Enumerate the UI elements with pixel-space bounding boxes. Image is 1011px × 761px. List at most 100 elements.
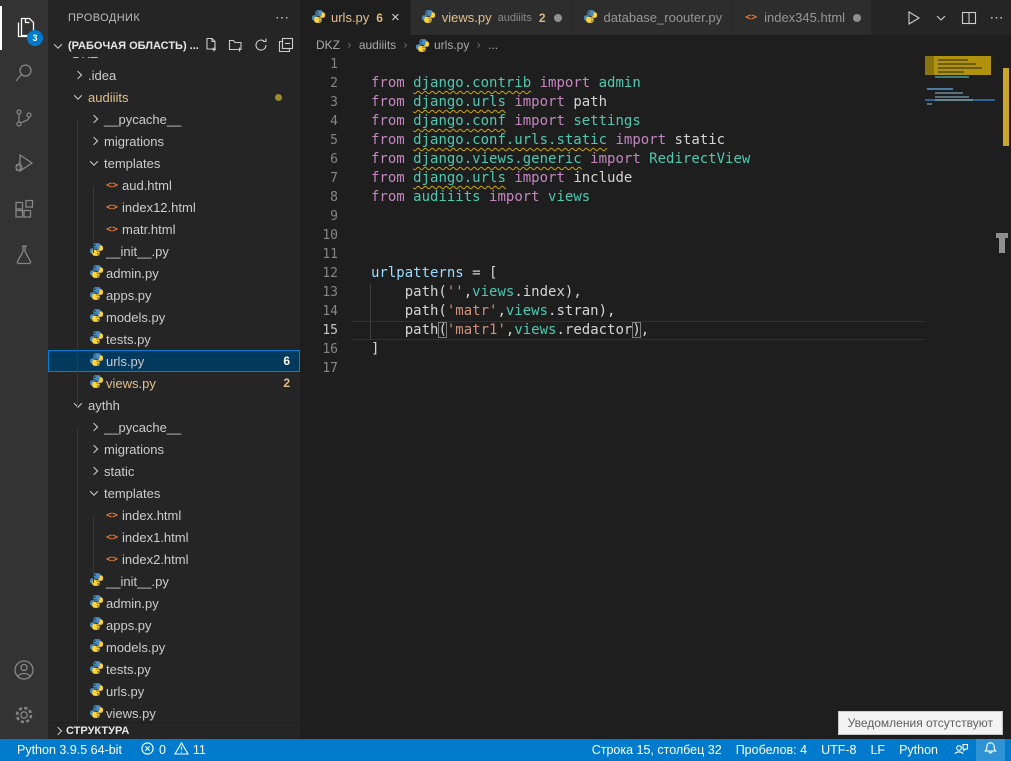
breadcrumb-item-urls.py[interactable]: urls.py	[415, 38, 469, 53]
new-folder-icon[interactable]	[228, 37, 244, 56]
python-file-icon	[88, 594, 104, 612]
source-control-icon[interactable]	[0, 96, 48, 140]
tree-item-__init__.py[interactable]: __init__.py	[48, 570, 300, 592]
tree-item-index12.html[interactable]: <>index12.html	[48, 196, 300, 218]
status-encoding[interactable]: UTF-8	[814, 739, 863, 761]
close-icon[interactable]: ×	[391, 10, 400, 25]
scrollbar[interactable]	[995, 55, 1011, 739]
code-line-14[interactable]: 14 path('matr',views.stran),	[300, 302, 1011, 321]
run-and-debug-icon[interactable]	[0, 141, 48, 185]
code-editor[interactable]: 12from django.contrib import admin3from …	[300, 55, 1011, 739]
tree-item-admin.py[interactable]: admin.py	[48, 592, 300, 614]
tree-item-.idea[interactable]: .idea	[48, 64, 300, 86]
code-line-1[interactable]: 1	[300, 55, 1011, 74]
tree-item-index.html[interactable]: <>index.html	[48, 504, 300, 526]
modified-dot-icon[interactable]	[853, 14, 861, 22]
code-line-16[interactable]: 16]	[300, 340, 1011, 359]
search-icon[interactable]	[0, 51, 48, 95]
tree-item-admin.py[interactable]: admin.py	[48, 262, 300, 284]
status-language-mode[interactable]: Python	[892, 739, 945, 761]
status-eol[interactable]: LF	[863, 739, 892, 761]
line-number: 12	[300, 264, 352, 283]
tree-item-static[interactable]: static	[48, 460, 300, 482]
line-number: 8	[300, 188, 352, 207]
code-line-3[interactable]: 3from django.urls import path	[300, 93, 1011, 112]
tree-item-urls.py[interactable]: urls.py6	[48, 350, 300, 372]
minimap[interactable]	[925, 55, 995, 739]
code-line-2[interactable]: 2from django.contrib import admin	[300, 74, 1011, 93]
tree-item-templates[interactable]: templates	[48, 152, 300, 174]
tree-item-views.py[interactable]: views.py	[48, 702, 300, 722]
tree-item-models.py[interactable]: models.py	[48, 636, 300, 658]
code-line-7[interactable]: 7from django.urls import include	[300, 169, 1011, 188]
line-number: 16	[300, 340, 352, 359]
explorer-icon[interactable]: 3	[0, 6, 48, 50]
code-line-17[interactable]: 17	[300, 359, 1011, 378]
split-editor-icon[interactable]	[959, 8, 979, 28]
refresh-icon[interactable]	[253, 37, 269, 56]
status-python-interpreter[interactable]: Python 3.9.5 64-bit	[10, 739, 129, 761]
tree-item-index1.html[interactable]: <>index1.html	[48, 526, 300, 548]
code-line-5[interactable]: 5from django.conf.urls.static import sta…	[300, 131, 1011, 150]
tree-item-templates[interactable]: templates	[48, 482, 300, 504]
status-feedback[interactable]	[945, 739, 976, 761]
account-icon[interactable]	[0, 648, 48, 692]
tree-item-migrations[interactable]: migrations	[48, 130, 300, 152]
tree-item-tests.py[interactable]: tests.py	[48, 328, 300, 350]
code-line-11[interactable]: 11	[300, 245, 1011, 264]
tree-item-models.py[interactable]: models.py	[48, 306, 300, 328]
breadcrumb-item-...[interactable]: ...	[488, 38, 498, 52]
tree-item-apps.py[interactable]: apps.py	[48, 284, 300, 306]
code-line-8[interactable]: 8from audiiits import views	[300, 188, 1011, 207]
python-file-icon	[421, 9, 437, 27]
tab-problems-badge: 6	[376, 11, 383, 25]
tree-item-views.py[interactable]: views.py2	[48, 372, 300, 394]
tab-urls.py[interactable]: urls.py6×	[300, 0, 411, 35]
explorer-sidebar: ПРОВОДНИК ⋯ (РАБОЧАЯ ОБЛАСТЬ) ... DKZ.id…	[48, 0, 300, 739]
status-cursor-position[interactable]: Строка 15, столбец 32	[585, 739, 729, 761]
code-line-9[interactable]: 9	[300, 207, 1011, 226]
tree-item-audiiits[interactable]: audiiits	[48, 86, 300, 108]
testing-icon[interactable]	[0, 233, 48, 277]
extensions-icon[interactable]	[0, 188, 48, 232]
more-actions-icon[interactable]: ⋯	[987, 8, 1007, 28]
code-line-4[interactable]: 4from django.conf import settings	[300, 112, 1011, 131]
status-indentation[interactable]: Пробелов: 4	[729, 739, 814, 761]
breadcrumb-item-DKZ[interactable]: DKZ	[316, 38, 340, 52]
tree-item-matr.html[interactable]: <>matr.html	[48, 218, 300, 240]
tree-item-aythh[interactable]: aythh	[48, 394, 300, 416]
tab-database_roouter.py[interactable]: database_roouter.py	[573, 0, 734, 35]
tree-item-__pycache__[interactable]: __pycache__	[48, 416, 300, 438]
tree-item-__init__.py[interactable]: __init__.py	[48, 240, 300, 262]
code-line-12[interactable]: 12urlpatterns = [	[300, 264, 1011, 283]
code-line-10[interactable]: 10	[300, 226, 1011, 245]
line-number: 11	[300, 245, 352, 264]
workspace-section-header[interactable]: (РАБОЧАЯ ОБЛАСТЬ) ...	[48, 35, 300, 57]
line-number: 14	[300, 302, 352, 321]
breadcrumb-item-audiiits[interactable]: audiiits	[359, 38, 396, 52]
tree-item-tests.py[interactable]: tests.py	[48, 658, 300, 680]
tree-item-__pycache__[interactable]: __pycache__	[48, 108, 300, 130]
code-line-6[interactable]: 6from django.views.generic import Redire…	[300, 150, 1011, 169]
new-file-icon[interactable]	[203, 37, 219, 56]
run-dropdown-icon[interactable]	[931, 8, 951, 28]
code-line-13[interactable]: 13 path('',views.index),	[300, 283, 1011, 302]
modified-dot-icon[interactable]	[554, 14, 562, 22]
tree-item-migrations[interactable]: migrations	[48, 438, 300, 460]
tab-index345.html[interactable]: <>index345.html	[733, 0, 872, 35]
breadcrumb-separator: ›	[403, 38, 408, 52]
tab-views.py[interactable]: views.pyaudiiits2	[411, 0, 573, 35]
status-problems[interactable]: 011	[133, 739, 213, 761]
collapse-all-icon[interactable]	[278, 37, 294, 56]
breadcrumb: DKZ›audiiits›urls.py›...	[300, 35, 1011, 55]
settings-icon[interactable]	[0, 693, 48, 737]
tree-item-urls.py[interactable]: urls.py	[48, 680, 300, 702]
more-actions-icon[interactable]: ⋯	[275, 9, 290, 26]
tree-item-apps.py[interactable]: apps.py	[48, 614, 300, 636]
tree-item-index2.html[interactable]: <>index2.html	[48, 548, 300, 570]
outline-section-header[interactable]: СТРУКТУРА	[48, 722, 300, 739]
code-line-15[interactable]: 15 path('matr1',views.redactor),	[300, 321, 1011, 340]
status-notifications[interactable]	[976, 739, 1005, 761]
run-icon[interactable]	[903, 8, 923, 28]
tree-item-aud.html[interactable]: <>aud.html	[48, 174, 300, 196]
